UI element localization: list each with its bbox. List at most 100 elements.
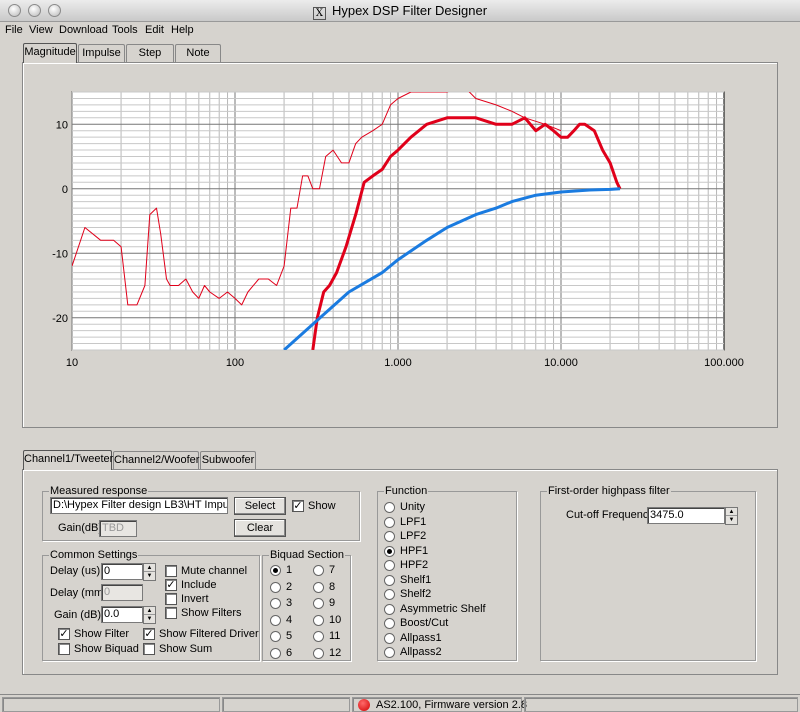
function-lpf2-label: LPF2 xyxy=(400,530,427,542)
delay-mm-label: Delay (mm) xyxy=(50,587,107,599)
function-lpf1-label: LPF1 xyxy=(400,515,427,528)
y-tick-label: 10 xyxy=(56,119,68,131)
show-biquad-label: Show Biquad xyxy=(74,643,139,655)
show-measured-checkbox[interactable]: ✓ xyxy=(292,500,304,512)
show-label: Show xyxy=(308,500,336,512)
function-allpass2-radio[interactable] xyxy=(384,647,395,658)
x-tick-label: 1.000 xyxy=(384,357,412,369)
cutoff-frequency-stepper[interactable]: ▲ ▼ xyxy=(725,507,738,525)
x-tick-label: 10 xyxy=(66,357,78,369)
biquad-8-radio[interactable] xyxy=(313,581,324,593)
function-shelf1-label: Shelf1 xyxy=(400,573,432,586)
biquad-9-radio[interactable] xyxy=(313,598,324,609)
biquad-8-label: 8 xyxy=(329,580,336,593)
biquad-12-label: 12 xyxy=(329,646,342,659)
biquad-4-label: 4 xyxy=(286,613,293,626)
show-filters-label: Show Filters xyxy=(181,607,242,619)
function-shelf1-radio[interactable] xyxy=(384,574,395,586)
measured-response-title: Measured response xyxy=(49,485,149,497)
status-segment-1 xyxy=(2,697,220,712)
include-checkbox[interactable]: ✓ xyxy=(165,579,177,591)
measured-gain-field: TBD xyxy=(99,520,137,537)
gain-stepper[interactable]: ▲ ▼ xyxy=(143,606,156,624)
function-hpf1-label: HPF1 xyxy=(400,544,429,557)
biquad-11-radio[interactable] xyxy=(313,631,324,642)
delay-mm-field: 0 xyxy=(101,584,143,601)
tab-channel1-tweeter[interactable]: Channel1/Tweeter xyxy=(23,450,113,470)
delay-us-stepper[interactable]: ▲ ▼ xyxy=(143,563,156,581)
function-lpf1-radio[interactable] xyxy=(384,516,395,528)
x-tick-label: 100.000 xyxy=(704,357,744,369)
show-sum-label: Show Sum xyxy=(159,643,213,655)
function-hpf1-radio[interactable] xyxy=(384,545,395,557)
select-button[interactable]: Select xyxy=(234,497,286,515)
common-settings-title: Common Settings xyxy=(49,549,139,561)
function-allpass2-label: Allpass2 xyxy=(400,646,442,658)
highpass-filter-title: First-order highpass filter xyxy=(547,485,671,497)
delay-us-label: Delay (us) xyxy=(50,565,101,577)
biquad-5-label: 5 xyxy=(286,630,293,642)
show-filter-label: Show Filter xyxy=(74,628,130,640)
biquad-7-radio[interactable] xyxy=(313,565,324,576)
show-filtered-driver-label: Show Filtered Driver xyxy=(159,628,259,640)
function-unity-radio[interactable] xyxy=(384,502,395,513)
biquad-1-label: 1 xyxy=(286,564,293,576)
biquad-5-radio[interactable] xyxy=(270,631,281,642)
show-filter-checkbox[interactable]: ✓ xyxy=(58,628,70,640)
biquad-6-label: 6 xyxy=(286,646,293,659)
function-boost-cut-label: Boost/Cut xyxy=(400,617,449,629)
function-title: Function xyxy=(384,485,429,497)
status-segment-2 xyxy=(222,697,350,712)
function-asymmetric-shelf-label: Asymmetric Shelf xyxy=(400,602,486,615)
biquad-1-radio[interactable] xyxy=(270,565,281,576)
biquad-2-radio[interactable] xyxy=(270,581,281,593)
status-segment-4 xyxy=(524,697,798,712)
include-label: Include xyxy=(181,579,217,591)
invert-checkbox[interactable] xyxy=(165,593,177,605)
biquad-11-label: 11 xyxy=(329,630,341,642)
function-group: Function xyxy=(377,485,517,661)
tab-magnitude[interactable]: Magnitude xyxy=(23,43,77,63)
biquad-3-radio[interactable] xyxy=(270,598,281,609)
biquad-4-radio[interactable] xyxy=(270,614,281,626)
function-boost-cut-radio[interactable] xyxy=(384,618,395,629)
biquad-12-radio[interactable] xyxy=(313,647,324,659)
mute-channel-checkbox[interactable] xyxy=(165,565,177,577)
function-unity-label: Unity xyxy=(400,501,426,513)
x-tick-label: 100 xyxy=(226,357,244,369)
function-shelf2-label: Shelf2 xyxy=(400,588,432,600)
biquad-7-label: 7 xyxy=(329,564,336,576)
cutoff-frequency-field[interactable]: 3475.0 xyxy=(647,507,725,524)
cutoff-frequency-label: Cut-off Frequency xyxy=(566,509,654,521)
tab-channel2-woofer[interactable]: Channel2/Woofer xyxy=(113,451,199,470)
biquad-2-label: 2 xyxy=(286,580,293,593)
show-sum-checkbox[interactable] xyxy=(143,643,155,655)
status-bar: AS2.100, Firmware version 2.8 xyxy=(0,694,800,712)
function-allpass1-label: Allpass1 xyxy=(400,631,442,644)
clear-button[interactable]: Clear xyxy=(234,519,286,537)
biquad-10-label: 10 xyxy=(329,613,342,626)
function-lpf2-radio[interactable] xyxy=(384,531,395,542)
gain-field[interactable]: 0.0 xyxy=(101,606,143,623)
biquad-10-radio[interactable] xyxy=(313,614,324,626)
firmware-status-text: AS2.100, Firmware version 2.8 xyxy=(376,699,528,711)
tab-subwoofer[interactable]: Subwoofer xyxy=(200,451,256,470)
function-asymmetric-shelf-radio[interactable] xyxy=(384,603,395,615)
biquad-9-label: 9 xyxy=(329,597,336,609)
show-filters-checkbox[interactable] xyxy=(165,607,177,619)
x-tick-label: 10.000 xyxy=(544,357,578,369)
delay-us-field[interactable]: 0 xyxy=(101,563,143,580)
function-hpf2-radio[interactable] xyxy=(384,560,395,571)
y-tick-label: 0 xyxy=(62,184,68,196)
show-biquad-checkbox[interactable] xyxy=(58,643,70,655)
biquad-6-radio[interactable] xyxy=(270,647,281,659)
y-tick-label: -10 xyxy=(52,248,68,260)
measured-path-field[interactable]: D:\Hypex Filter design LB3\HT Impulse 2 xyxy=(50,497,228,514)
function-shelf2-radio[interactable] xyxy=(384,589,395,600)
gain-db-label: Gain(dB) xyxy=(58,522,103,534)
mute-channel-label: Mute channel xyxy=(181,565,248,577)
show-filtered-driver-checkbox[interactable]: ✓ xyxy=(143,628,155,640)
status-segment-3: AS2.100, Firmware version 2.8 xyxy=(352,697,527,712)
gain-label: Gain (dB) xyxy=(54,609,102,621)
function-allpass1-radio[interactable] xyxy=(384,632,395,644)
